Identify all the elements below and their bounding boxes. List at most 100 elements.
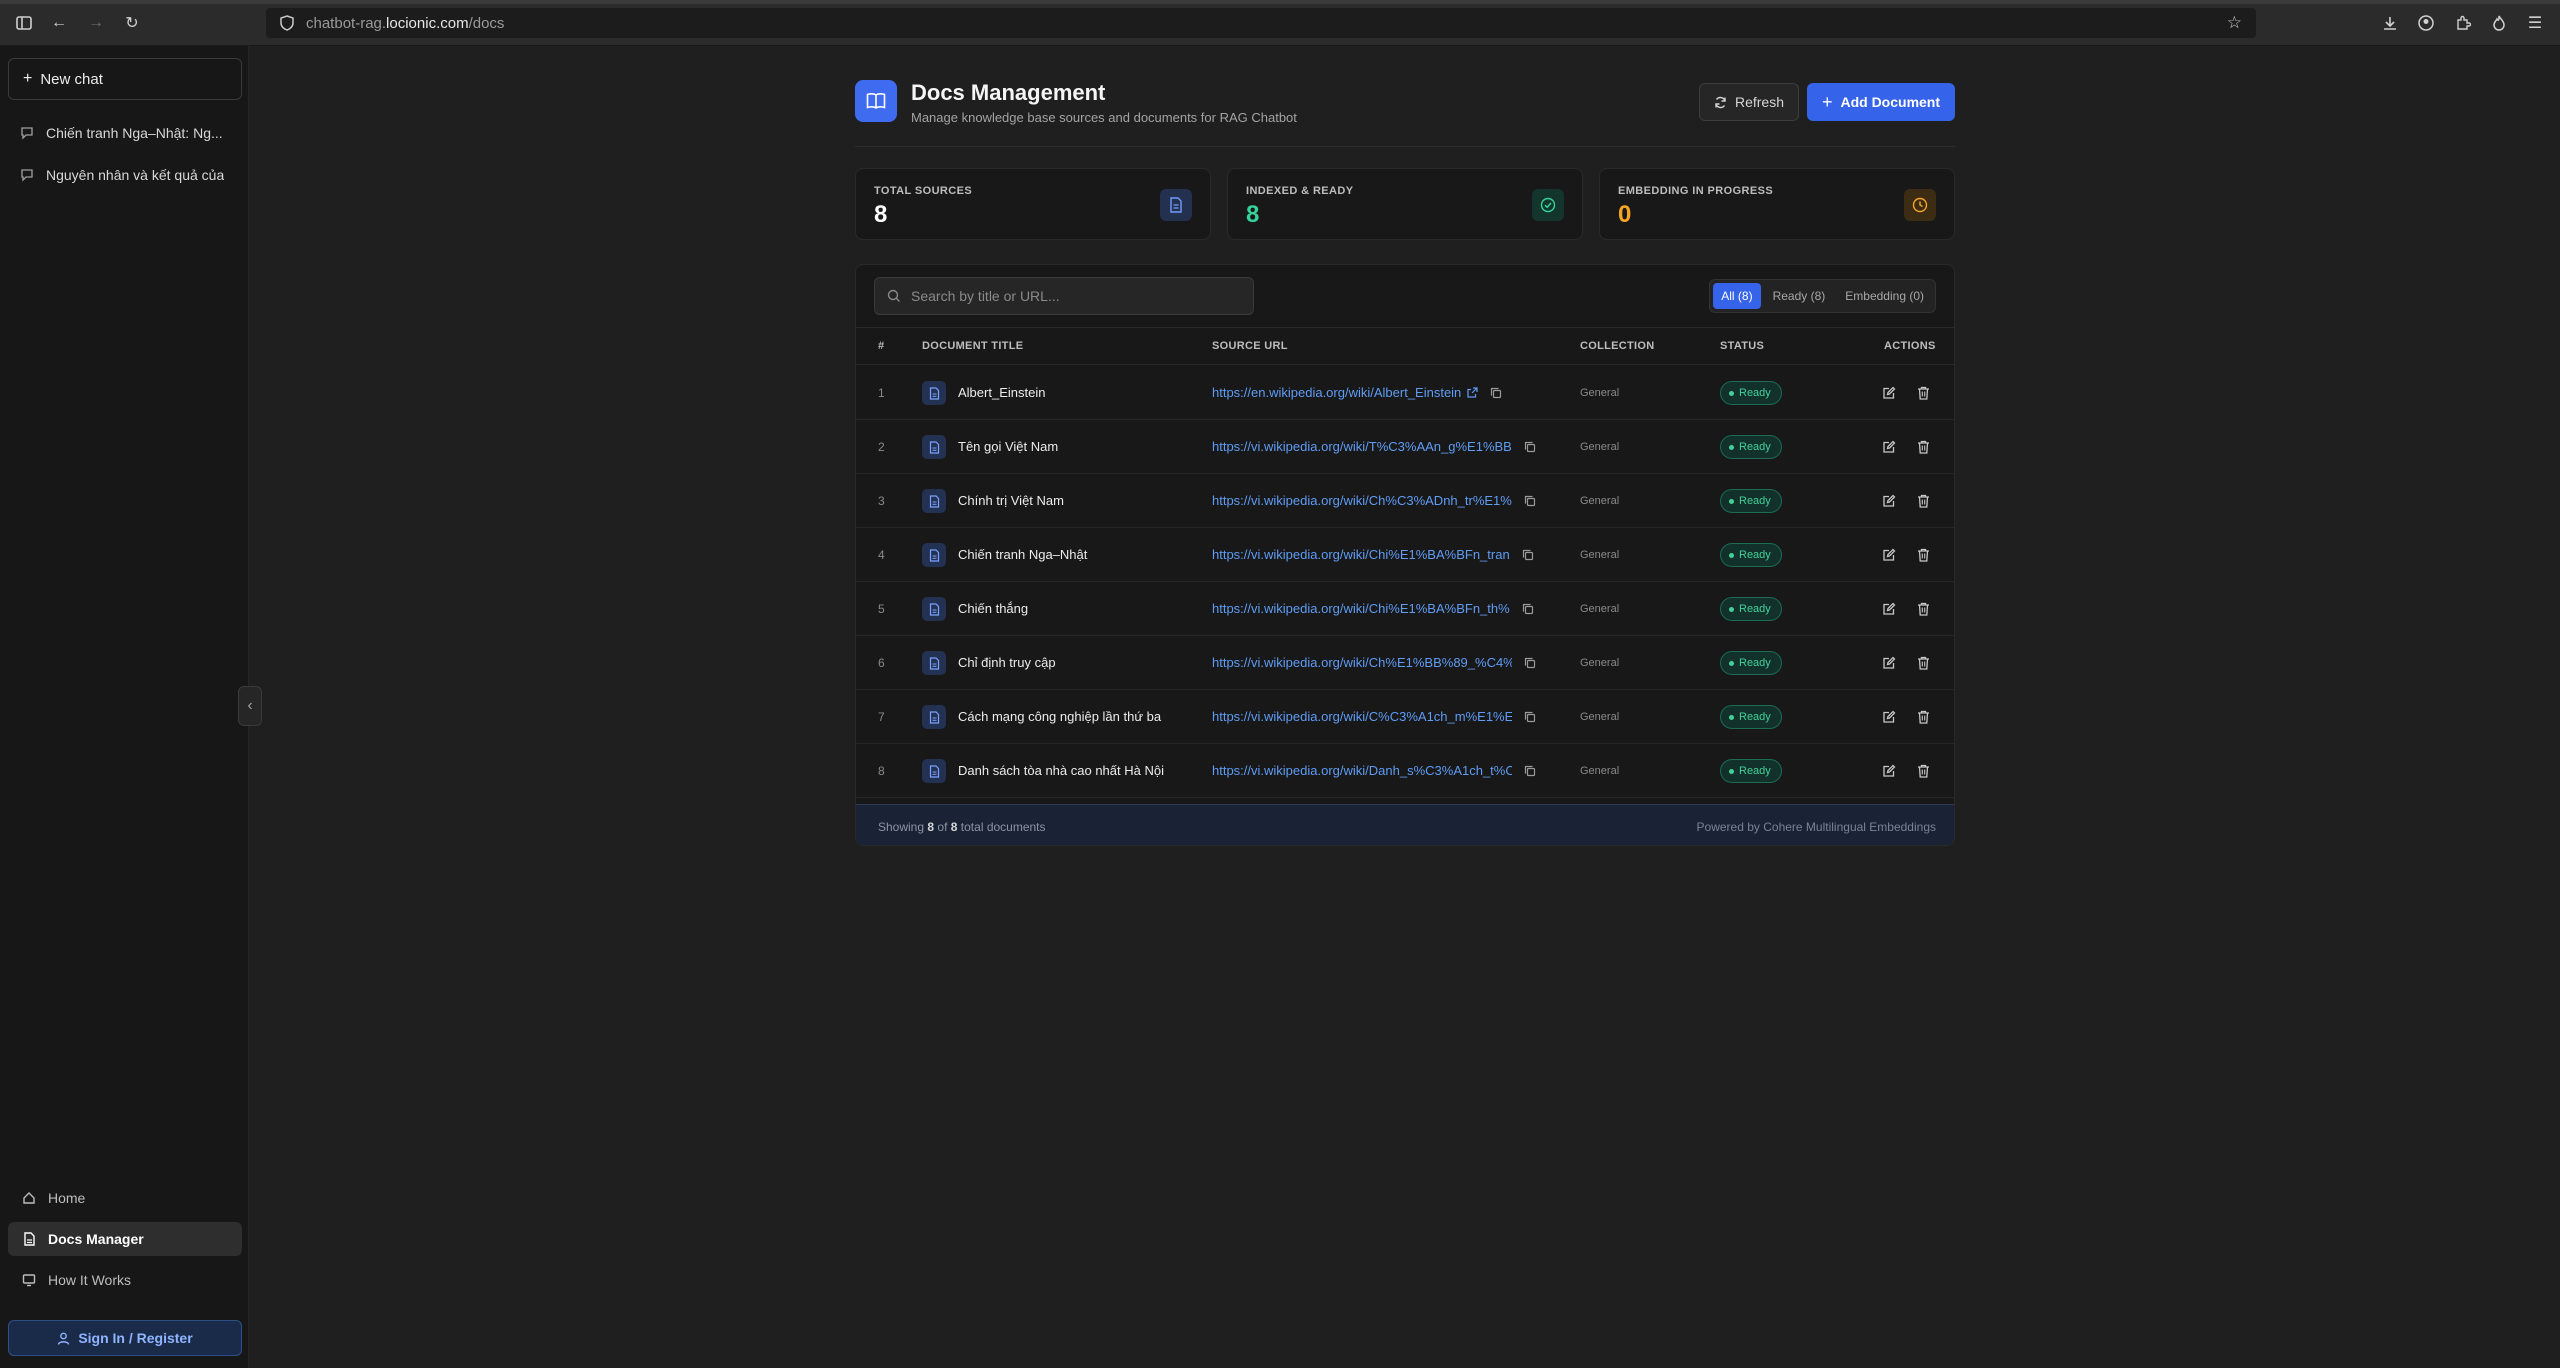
source-url-link[interactable]: https://vi.wikipedia.org/wiki/T%C3%AAn_g…: [1212, 439, 1512, 454]
table-row: 6 Chỉ định truy cập https://vi.wikipedia.o…: [856, 636, 1954, 690]
nav-home[interactable]: Home: [8, 1181, 242, 1215]
downloads-icon[interactable]: [2379, 12, 2401, 34]
document-icon: [922, 381, 946, 405]
sidebar-toggle-icon[interactable]: [13, 12, 35, 34]
chat-bubble-icon: [21, 169, 33, 182]
page-header: Docs Management Manage knowledge base so…: [855, 80, 1955, 148]
extensions-icon[interactable]: [2452, 12, 2474, 34]
bookmark-star-icon[interactable]: ☆: [2227, 13, 2242, 33]
table-header: # DOCUMENT TITLE SOURCE URL COLLECTION S…: [856, 327, 1954, 365]
page-title: Docs Management: [911, 80, 1106, 105]
column-header-source-url: SOURCE URL: [1212, 340, 1288, 352]
copy-icon[interactable]: [1524, 441, 1536, 453]
copy-icon[interactable]: [1524, 657, 1536, 669]
edit-icon[interactable]: [1880, 708, 1898, 726]
reload-icon[interactable]: ↻: [121, 12, 143, 34]
edit-icon[interactable]: [1880, 762, 1898, 780]
table-row: 4 Chiến tranh Nga–Nhật https://vi.wikipedi…: [856, 528, 1954, 582]
trash-icon[interactable]: [1914, 762, 1932, 780]
table-row: 7 Cách mạng công nghiệp lần thứ ba https:/…: [856, 690, 1954, 744]
stat-value: 0: [1618, 201, 1632, 228]
status-badge: Ready: [1720, 597, 1782, 621]
table-row: 1 Albert_Einstein https://en.wikipedia.org…: [856, 366, 1954, 420]
page-subtitle: Manage knowledge base sources and docume…: [911, 110, 1297, 125]
edit-icon[interactable]: [1880, 492, 1898, 510]
copy-icon[interactable]: [1524, 711, 1536, 723]
source-url-cell: https://vi.wikipedia.org/wiki/Chi%E1%BA%…: [1212, 547, 1548, 562]
trash-icon[interactable]: [1914, 654, 1932, 672]
stat-value: 8: [874, 201, 888, 228]
menu-icon[interactable]: ☰: [2524, 12, 2546, 34]
edit-icon[interactable]: [1880, 546, 1898, 564]
trash-icon[interactable]: [1914, 492, 1932, 510]
plus-icon: +: [23, 70, 33, 87]
row-number: 7: [878, 710, 885, 724]
source-url-link[interactable]: https://vi.wikipedia.org/wiki/C%C3%A1ch_…: [1212, 709, 1512, 724]
status-dot: [1729, 660, 1734, 666]
source-url-link[interactable]: https://vi.wikipedia.org/wiki/Chi%E1%BA%…: [1212, 601, 1510, 616]
source-url-link[interactable]: https://vi.wikipedia.org/wiki/Ch%E1%BB%8…: [1212, 655, 1512, 670]
flame-icon[interactable]: [2488, 12, 2510, 34]
search-input[interactable]: [911, 288, 1231, 304]
row-number: 8: [878, 764, 885, 778]
source-url-link[interactable]: https://vi.wikipedia.org/wiki/Chi%E1%BA%…: [1212, 547, 1510, 562]
collection-label: General: [1580, 603, 1620, 615]
address-bar[interactable]: chatbot-rag.locionic.com/docs ☆: [266, 8, 2256, 38]
row-number: 3: [878, 494, 885, 508]
forward-icon[interactable]: →: [85, 12, 107, 34]
edit-icon[interactable]: [1880, 654, 1898, 672]
back-icon[interactable]: ←: [48, 12, 70, 34]
copy-icon[interactable]: [1524, 765, 1536, 777]
source-url-link[interactable]: https://vi.wikipedia.org/wiki/Ch%C3%ADnh…: [1212, 493, 1512, 508]
status-dot: [1729, 552, 1734, 558]
trash-icon[interactable]: [1914, 546, 1932, 564]
edit-icon[interactable]: [1880, 384, 1898, 402]
trash-icon[interactable]: [1914, 438, 1932, 456]
filter-embedding[interactable]: Embedding (0): [1837, 283, 1932, 309]
source-url-link[interactable]: https://en.wikipedia.org/wiki/Albert_Ein…: [1212, 385, 1461, 400]
nav-docs-manager[interactable]: Docs Manager: [8, 1222, 242, 1256]
status-filter-group: All (8) Ready (8) Embedding (0): [1709, 279, 1936, 313]
source-url-cell: https://vi.wikipedia.org/wiki/Ch%E1%BB%8…: [1212, 655, 1548, 670]
document-icon: [922, 597, 946, 621]
shield-icon[interactable]: [278, 14, 296, 32]
stat-card-indexed-ready: INDEXED & READY 8: [1227, 168, 1583, 240]
nav-how-it-works[interactable]: How It Works: [8, 1263, 242, 1297]
filter-all[interactable]: All (8): [1713, 283, 1761, 309]
search-box[interactable]: [874, 277, 1254, 315]
table-row: 8 Danh sách tòa nhà cao nhất Hà Nội https:…: [856, 744, 1954, 798]
url-text[interactable]: chatbot-rag.locionic.com/docs: [306, 15, 504, 32]
filter-ready[interactable]: Ready (8): [1765, 283, 1834, 309]
chat-history-item[interactable]: Chiến tranh Nga–Nhật: Ng...: [8, 116, 242, 150]
account-icon[interactable]: [2415, 12, 2437, 34]
copy-icon[interactable]: [1490, 387, 1502, 399]
collection-label: General: [1580, 657, 1620, 669]
column-header-actions: ACTIONS: [1884, 340, 1936, 352]
sign-in-label: Sign In / Register: [78, 1330, 193, 1346]
source-url-link[interactable]: https://vi.wikipedia.org/wiki/Danh_s%C3%…: [1212, 763, 1512, 778]
new-chat-button[interactable]: + New chat: [8, 58, 242, 100]
browser-toolbar: ← → ↻ chatbot-rag.locionic.com/docs ☆ ☰: [0, 0, 2560, 46]
add-document-button[interactable]: + Add Document: [1807, 83, 1955, 121]
column-header-collection: COLLECTION: [1580, 340, 1655, 352]
file-icon: [1160, 189, 1192, 221]
sign-in-button[interactable]: Sign In / Register: [8, 1320, 242, 1356]
refresh-button[interactable]: Refresh: [1699, 83, 1799, 121]
copy-icon[interactable]: [1524, 495, 1536, 507]
nav-home-label: Home: [48, 1190, 86, 1206]
trash-icon[interactable]: [1914, 708, 1932, 726]
copy-icon[interactable]: [1522, 603, 1534, 615]
chat-history-item[interactable]: Nguyên nhân và kết quả của: [8, 158, 242, 192]
trash-icon[interactable]: [1914, 600, 1932, 618]
source-url-cell: https://vi.wikipedia.org/wiki/Chi%E1%BA%…: [1212, 601, 1548, 616]
trash-icon[interactable]: [1914, 384, 1932, 402]
stat-label: TOTAL SOURCES: [874, 185, 973, 197]
external-link-icon[interactable]: [1467, 387, 1478, 398]
collapse-sidebar-button[interactable]: ‹: [238, 686, 262, 726]
refresh-label: Refresh: [1734, 94, 1785, 110]
copy-icon[interactable]: [1522, 549, 1534, 561]
edit-icon[interactable]: [1880, 600, 1898, 618]
check-circle-icon: [1532, 189, 1564, 221]
plus-icon: +: [1821, 91, 1833, 112]
edit-icon[interactable]: [1880, 438, 1898, 456]
